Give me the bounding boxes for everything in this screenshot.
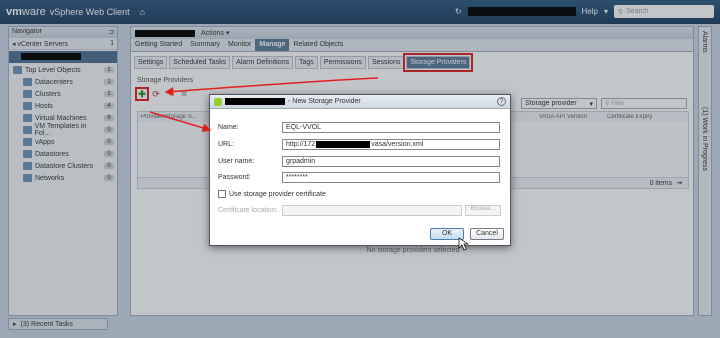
mouse-cursor-icon — [458, 237, 470, 251]
annotation-arrows — [149, 77, 470, 251]
arrow-to-dialog — [149, 111, 212, 133]
arrow-to-add-icon — [164, 77, 379, 96]
